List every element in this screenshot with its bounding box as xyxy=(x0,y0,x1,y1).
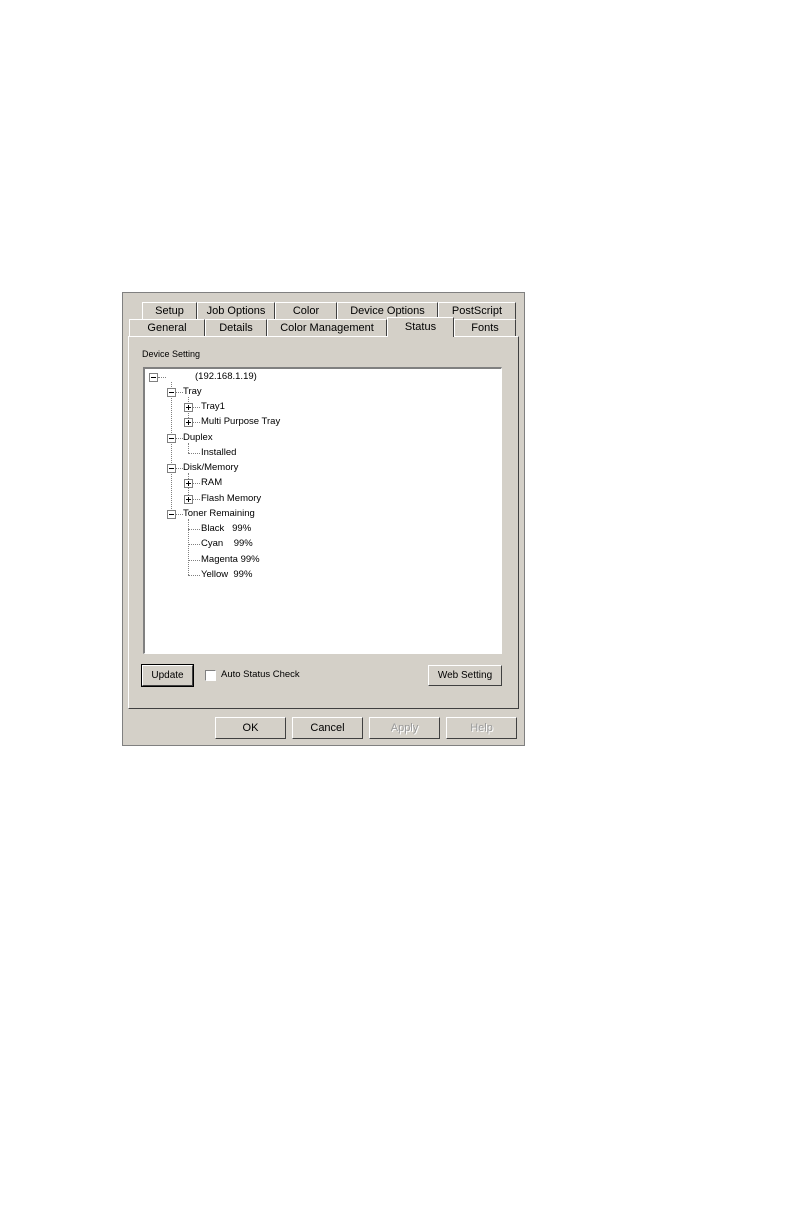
tab-color-management[interactable]: Color Management xyxy=(267,319,387,336)
tab-setup[interactable]: Setup xyxy=(142,302,197,319)
tab-general[interactable]: General xyxy=(129,319,205,336)
tree-connector xyxy=(193,483,200,484)
tree-connector xyxy=(188,519,189,575)
collapse-toner-remaining-icon[interactable] xyxy=(167,510,176,519)
tree-node-ram[interactable]: RAM xyxy=(201,477,222,489)
tree-node-flash-memory[interactable]: Flash Memory xyxy=(201,493,261,505)
tree-node-toner-magenta[interactable]: Magenta 99% xyxy=(201,554,260,566)
auto-status-check-checkbox[interactable] xyxy=(205,670,216,681)
tree-node-duplex-installed[interactable]: Installed xyxy=(201,447,236,459)
tab-details[interactable]: Details xyxy=(205,319,267,336)
device-setting-label: Device Setting xyxy=(142,349,201,359)
tree-connector xyxy=(193,422,200,423)
update-button[interactable]: Update xyxy=(141,664,194,687)
tree-node-tray1[interactable]: Tray1 xyxy=(201,401,225,413)
web-setting-button[interactable]: Web Setting xyxy=(428,665,502,686)
tree-node-disk-memory[interactable]: Disk/Memory xyxy=(183,462,238,474)
tree-connector xyxy=(193,407,200,408)
expand-tray1-icon[interactable] xyxy=(184,403,193,412)
tree-connector xyxy=(188,529,200,530)
tree-node-duplex[interactable]: Duplex xyxy=(183,432,213,444)
tree-node-toner-remaining[interactable]: Toner Remaining xyxy=(183,508,255,520)
tab-status[interactable]: Status xyxy=(387,317,454,337)
tree-connector xyxy=(193,499,200,500)
help-button[interactable]: Help xyxy=(446,717,517,739)
collapse-root-icon[interactable] xyxy=(149,373,158,382)
auto-status-check-label[interactable]: Auto Status Check xyxy=(221,669,300,680)
tab-job-options[interactable]: Job Options xyxy=(197,302,275,319)
tree-connector xyxy=(188,560,200,561)
tree-node-printer-address[interactable]: (192.168.1.19) xyxy=(195,371,257,383)
tree-node-tray[interactable]: Tray xyxy=(183,386,202,398)
tree-connector xyxy=(176,392,183,393)
status-panel: Device Setting (192.168.1.19) Tray Tray1… xyxy=(128,336,519,709)
tree-connector xyxy=(171,382,172,517)
tree-connector xyxy=(188,453,200,454)
tree-connector xyxy=(188,544,200,545)
collapse-duplex-icon[interactable] xyxy=(167,434,176,443)
tree-connector xyxy=(176,438,183,439)
tree-connector xyxy=(188,575,200,576)
expand-ram-icon[interactable] xyxy=(184,479,193,488)
cancel-button[interactable]: Cancel xyxy=(292,717,363,739)
collapse-tray-icon[interactable] xyxy=(167,388,176,397)
tab-color[interactable]: Color xyxy=(275,302,337,319)
apply-button[interactable]: Apply xyxy=(369,717,440,739)
expand-flash-memory-icon[interactable] xyxy=(184,495,193,504)
ok-button[interactable]: OK xyxy=(215,717,286,739)
tab-fonts[interactable]: Fonts xyxy=(454,319,516,336)
tree-connector xyxy=(158,377,166,378)
tree-connector xyxy=(176,468,183,469)
expand-multi-purpose-tray-icon[interactable] xyxy=(184,418,193,427)
printer-properties-dialog: Setup Job Options Color Device Options P… xyxy=(122,292,525,746)
tree-connector xyxy=(188,443,189,453)
tree-node-multi-purpose-tray[interactable]: Multi Purpose Tray xyxy=(201,416,280,428)
tree-connector xyxy=(176,514,183,515)
device-setting-tree[interactable]: (192.168.1.19) Tray Tray1 Multi Purpose … xyxy=(143,367,502,654)
tree-node-toner-yellow[interactable]: Yellow 99% xyxy=(201,569,252,581)
tree-node-toner-cyan[interactable]: Cyan 99% xyxy=(201,538,253,550)
collapse-disk-memory-icon[interactable] xyxy=(167,464,176,473)
tree-node-toner-black[interactable]: Black 99% xyxy=(201,523,251,535)
